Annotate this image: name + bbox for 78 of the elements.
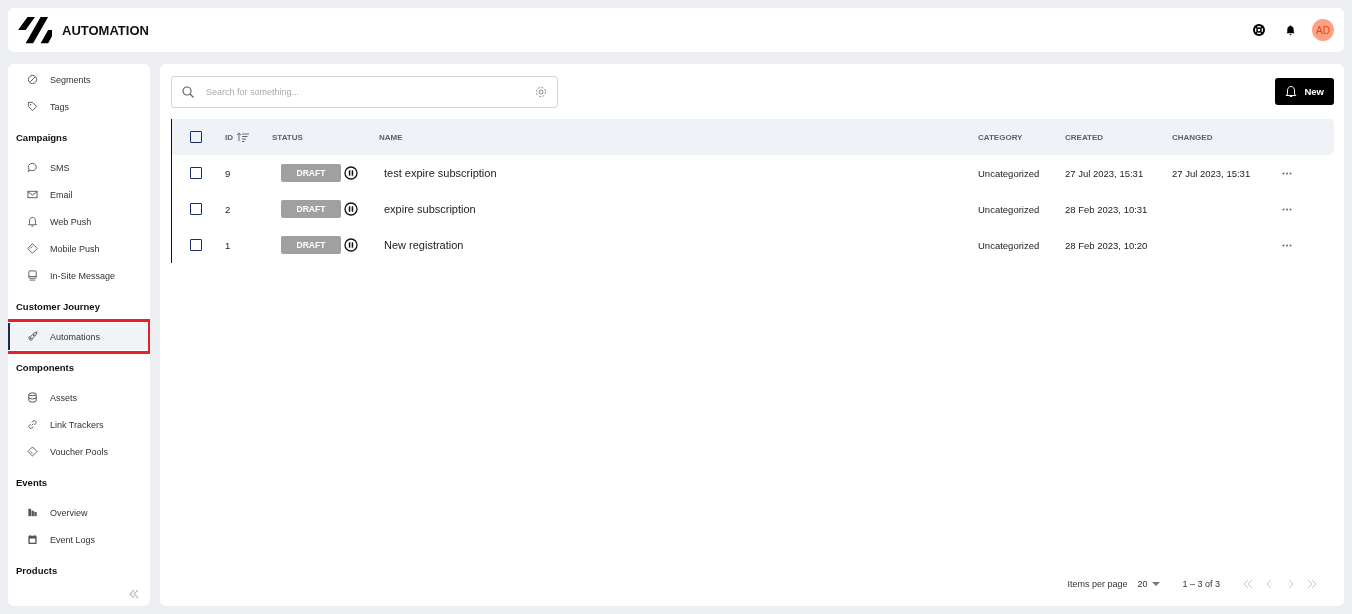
section-heading: Campaigns: [15, 130, 69, 145]
sidebar-item[interactable]: SMS: [8, 154, 150, 181]
rocket-icon: [27, 331, 38, 342]
page-range: 1 – 3 of 3: [1182, 579, 1220, 589]
section-heading: Events: [15, 475, 49, 490]
link-icon: [27, 419, 38, 430]
column-header[interactable]: CHANGED: [1172, 132, 1213, 142]
ticket-icon: [27, 446, 38, 457]
more-icon[interactable]: [1282, 243, 1292, 247]
table-cell: Uncategorized: [978, 167, 1040, 179]
section-heading: Components: [15, 360, 76, 375]
sidebar-item[interactable]: Web Push: [8, 208, 150, 235]
mobile-icon: [27, 243, 38, 254]
column-header[interactable]: CREATED: [1065, 132, 1104, 142]
database-icon: [27, 392, 38, 403]
column-header[interactable]: NAME: [379, 132, 403, 142]
column-header[interactable]: CATEGORY: [978, 132, 1023, 142]
pause-icon[interactable]: [344, 238, 358, 252]
table-cell: Uncategorized: [978, 203, 1040, 215]
bell-icon: [27, 216, 38, 227]
chart-icon: [27, 507, 38, 518]
section-heading: Customer Journey: [15, 299, 101, 314]
table-cell: New registration: [384, 239, 464, 251]
sort-icon[interactable]: [237, 132, 249, 142]
status-badge: DRAFT: [281, 200, 341, 218]
new-button[interactable]: New: [1275, 78, 1334, 105]
checkbox[interactable]: [190, 203, 202, 215]
segment-icon: [27, 74, 38, 85]
table-cell: expire subscription: [384, 203, 476, 215]
sidebar-item[interactable]: Automations: [8, 323, 150, 350]
chat-bubble-icon: [27, 162, 38, 173]
column-header[interactable]: ID: [225, 132, 233, 142]
chevron-icon: [1241, 579, 1253, 589]
monitor-icon: [27, 270, 38, 281]
sidebar-item[interactable]: Mobile Push: [8, 235, 150, 262]
table-cell: 28 Feb 2023, 10:20: [1065, 239, 1148, 251]
sidebar-item[interactable]: Event Logs: [8, 526, 150, 553]
pause-icon[interactable]: [344, 202, 358, 216]
table-cell: 27 Jul 2023, 15:31: [1065, 167, 1144, 179]
sidebar-item[interactable]: Voucher Pools: [8, 438, 150, 465]
help-icon[interactable]: [1253, 24, 1265, 36]
page-size-label: Items per page: [1067, 579, 1128, 589]
sidebar-item[interactable]: Assets: [8, 384, 150, 411]
logo-icon: [18, 15, 52, 45]
chevron-icon: [1307, 579, 1319, 589]
select-all-checkbox[interactable]: [190, 131, 202, 143]
calendar-icon: [27, 534, 38, 545]
bell-icon[interactable]: [1285, 24, 1296, 36]
pause-icon[interactable]: [344, 166, 358, 180]
sidebar-item[interactable]: Tags: [8, 93, 150, 120]
table-cell: 1: [225, 239, 231, 251]
bell-icon: [1285, 85, 1298, 98]
table-cell: 27 Jul 2023, 15:31: [1172, 167, 1251, 179]
checkbox[interactable]: [190, 239, 202, 251]
more-icon[interactable]: [1282, 171, 1292, 175]
page-size-select[interactable]: 20: [1137, 579, 1161, 589]
sidebar-item[interactable]: Email: [8, 181, 150, 208]
search-icon: [182, 85, 194, 98]
sidebar-item[interactable]: Segments: [8, 66, 150, 93]
sidebar-item[interactable]: Overview: [8, 499, 150, 526]
more-icon[interactable]: [1282, 207, 1292, 211]
envelope-icon: [27, 189, 38, 200]
table-cell: test expire subscription: [384, 167, 497, 179]
table-cell: 9: [225, 167, 231, 179]
app-title: AUTOMATION: [62, 22, 149, 38]
section-heading: Products: [15, 563, 59, 578]
column-header[interactable]: STATUS: [272, 132, 303, 142]
caret-icon: [1152, 582, 1161, 586]
table-cell: 28 Feb 2023, 10:31: [1065, 203, 1148, 215]
sidebar-item[interactable]: Link Trackers: [8, 411, 150, 438]
table-cell: 2: [225, 203, 231, 215]
status-badge: DRAFT: [281, 164, 341, 182]
tag-icon: [27, 101, 38, 112]
sidebar-item[interactable]: In-Site Message: [8, 262, 150, 289]
search-field[interactable]: Search for something...: [171, 75, 558, 108]
table-cell: Uncategorized: [978, 239, 1040, 251]
status-badge: DRAFT: [281, 236, 341, 254]
checkbox[interactable]: [190, 167, 202, 179]
